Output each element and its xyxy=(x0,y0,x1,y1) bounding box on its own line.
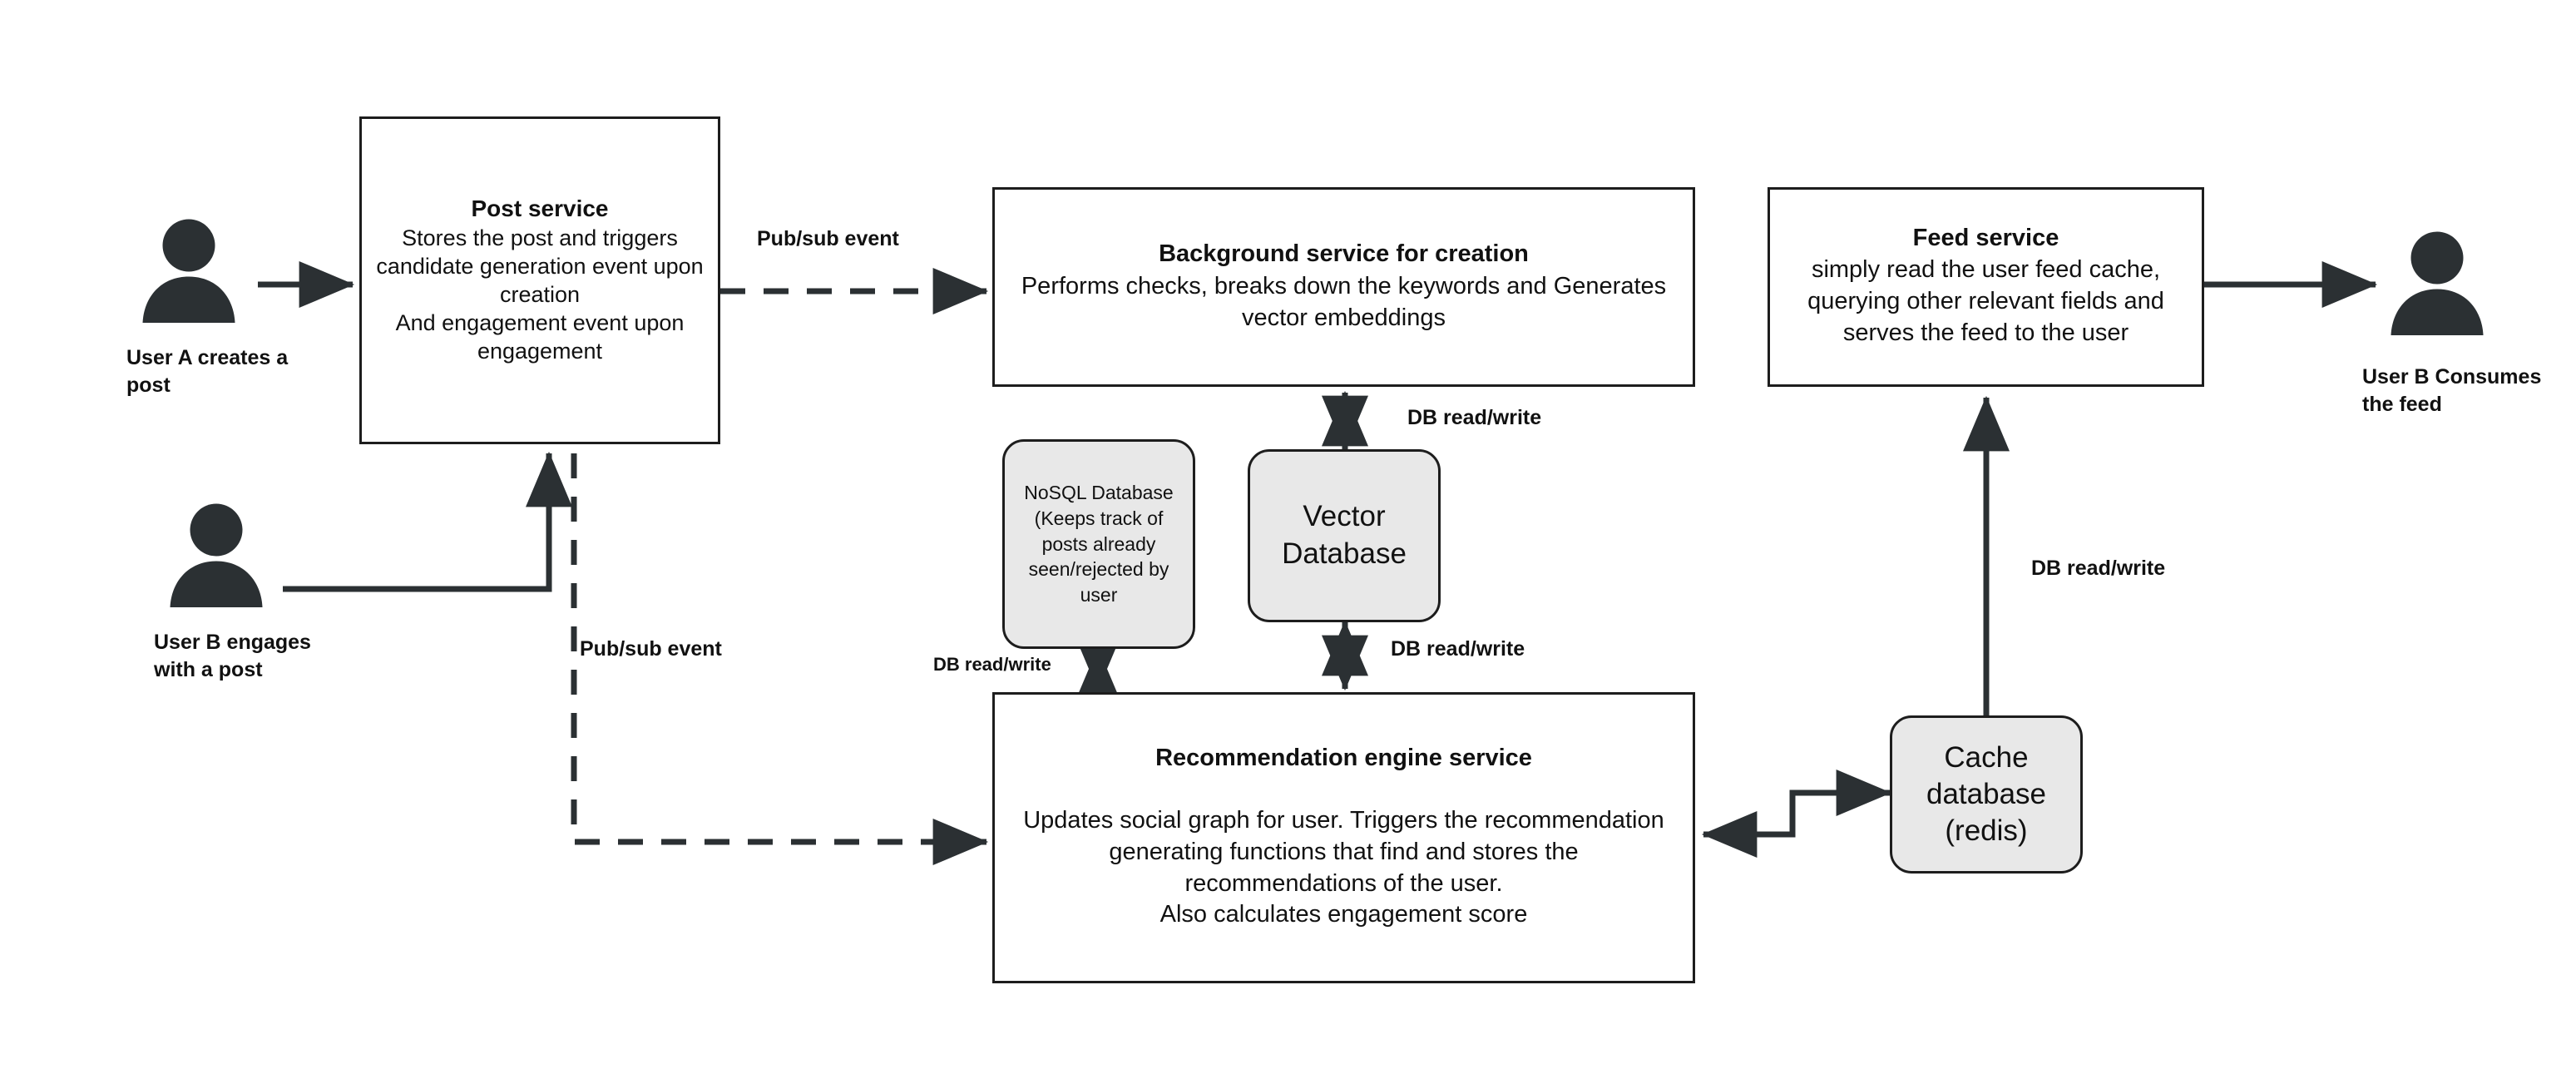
actor-user-b-engages: User B engages with a post xyxy=(154,492,378,683)
connector-recommendation-to-cachedb-visible xyxy=(1703,770,1892,838)
person-icon xyxy=(2391,231,2484,335)
node-vector-database[interactable]: Vector Database xyxy=(1248,449,1441,622)
edge-label-db-rw-vector-recommendation: DB read/write xyxy=(1391,637,1525,661)
person-icon xyxy=(170,503,263,607)
node-nosql-database-label: NoSQL Database (Keeps track of posts alr… xyxy=(1024,481,1174,606)
node-post-service-title: Post service xyxy=(471,195,609,221)
node-recommendation-engine-body: Updates social graph for user. Triggers … xyxy=(1023,807,1664,928)
architecture-diagram: User A creates a post User B engages wit… xyxy=(0,0,2576,1074)
edge-label-pubsub-creation: Pub/sub event xyxy=(757,227,899,250)
node-cache-database[interactable]: Cache database (redis) xyxy=(1890,715,2083,874)
connector-recommendation-to-cachedb xyxy=(1703,793,1890,834)
node-post-service-body: Stores the post and triggers candidate g… xyxy=(376,225,704,364)
node-post-service[interactable]: Post service Stores the post and trigger… xyxy=(359,116,720,444)
edge-label-db-rw-cache-feed: DB read/write xyxy=(2031,557,2166,580)
node-cache-database-label: Cache database (redis) xyxy=(1926,740,2047,848)
node-feed-service-body: simply read the user feed cache, queryin… xyxy=(1807,256,2164,346)
node-background-service-title: Background service for creation xyxy=(1159,240,1529,267)
person-icon xyxy=(142,219,235,323)
node-recommendation-engine-title: Recommendation engine service xyxy=(1155,745,1532,772)
node-feed-service-title: Feed service xyxy=(1912,225,2059,252)
actor-user-b-consumes-label: User B Consumes the feed xyxy=(2362,365,2542,416)
node-nosql-database[interactable]: NoSQL Database (Keeps track of posts alr… xyxy=(1002,439,1195,649)
edge-label-db-rw-vector-background: DB read/write xyxy=(1407,406,1542,429)
actor-user-a: User A creates a post xyxy=(126,208,351,398)
node-recommendation-engine[interactable]: Recommendation engine service Updates so… xyxy=(992,692,1695,983)
actor-user-b-engages-label: User B engages with a post xyxy=(154,631,311,681)
node-background-service-body: Performs checks, breaks down the keyword… xyxy=(1021,272,1667,331)
actor-user-a-label: User A creates a post xyxy=(126,346,289,397)
node-background-service[interactable]: Background service for creation Performs… xyxy=(992,187,1695,387)
node-feed-service[interactable]: Feed service simply read the user feed c… xyxy=(1768,187,2204,387)
edge-label-db-rw-nosql-recommendation: DB read/write xyxy=(933,654,1051,675)
actor-user-b-consumes: User B Consumes the feed xyxy=(2362,220,2576,418)
edge-label-pubsub-engagement: Pub/sub event xyxy=(580,637,722,661)
connector-cachedb-to-recommendation xyxy=(1701,789,1890,858)
node-vector-database-label: Vector Database xyxy=(1282,500,1407,570)
